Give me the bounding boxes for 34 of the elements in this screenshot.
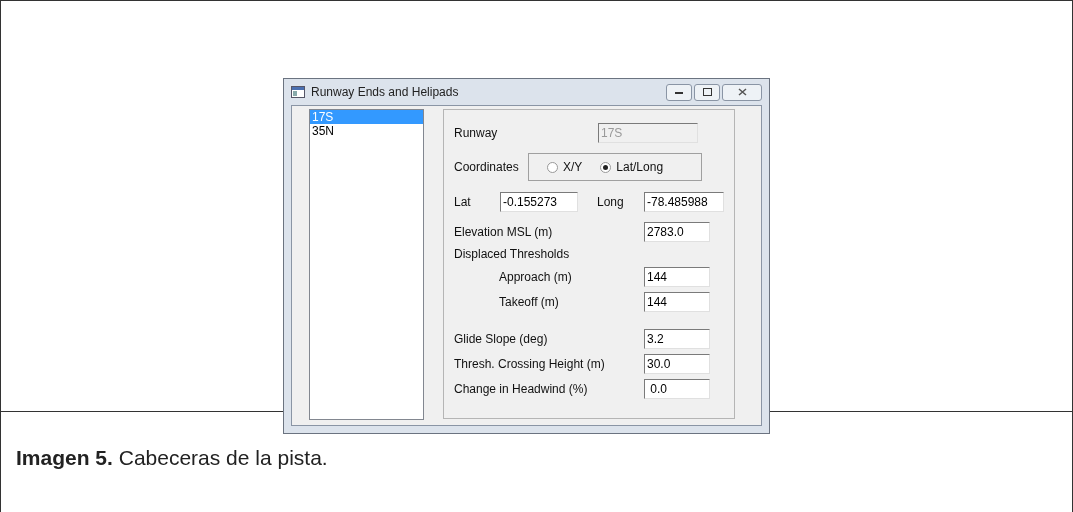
field-label: Elevation MSL (m) — [454, 223, 554, 241]
input-field[interactable]: -0.155273 — [500, 192, 578, 212]
close-icon — [737, 88, 747, 96]
minimize-button[interactable] — [666, 83, 692, 101]
field-label: Lat — [454, 194, 472, 211]
field-label: Takeoff (m) — [498, 293, 560, 311]
radio-option[interactable]: X/Y — [547, 158, 583, 176]
radio-option[interactable]: Lat/Long — [600, 158, 664, 176]
input-field[interactable]: 3.2 — [644, 328, 710, 349]
field-label: Approach (m) — [498, 268, 573, 286]
runway-list[interactable]: 17S 35N — [309, 109, 424, 420]
section-label: Displaced Thresholds — [454, 246, 570, 263]
minimize-icon — [675, 90, 683, 94]
maximize-icon — [702, 88, 712, 96]
maximize-button[interactable] — [694, 83, 720, 101]
window-icon — [291, 86, 305, 98]
field-label: Coordinates — [454, 159, 520, 176]
field-label: Runway — [454, 124, 499, 142]
close-button[interactable] — [722, 83, 762, 101]
field-label: Thresh. Crossing Height (m) — [454, 355, 606, 373]
window-title: Runway Ends and Helipads — [311, 84, 459, 101]
input-field[interactable]: 144 — [644, 291, 710, 312]
input-field[interactable]: 30.0 — [644, 353, 710, 374]
field-label: Change in Headwind (%) — [454, 380, 589, 398]
input-field[interactable]: 0.0 — [644, 378, 710, 399]
radio-button[interactable] — [547, 161, 558, 173]
input-field[interactable]: -78.485988 — [644, 192, 724, 212]
field-label: Glide Slope (deg) — [454, 330, 549, 348]
figure-caption: Imagen 5. Cabeceras de la pista. — [16, 445, 329, 471]
field-label: Long — [596, 194, 625, 211]
input-field[interactable]: 2783.0 — [644, 221, 710, 242]
radio-button[interactable] — [600, 161, 612, 173]
list-item[interactable]: 35N — [310, 124, 423, 138]
input-field[interactable]: 144 — [644, 266, 710, 287]
